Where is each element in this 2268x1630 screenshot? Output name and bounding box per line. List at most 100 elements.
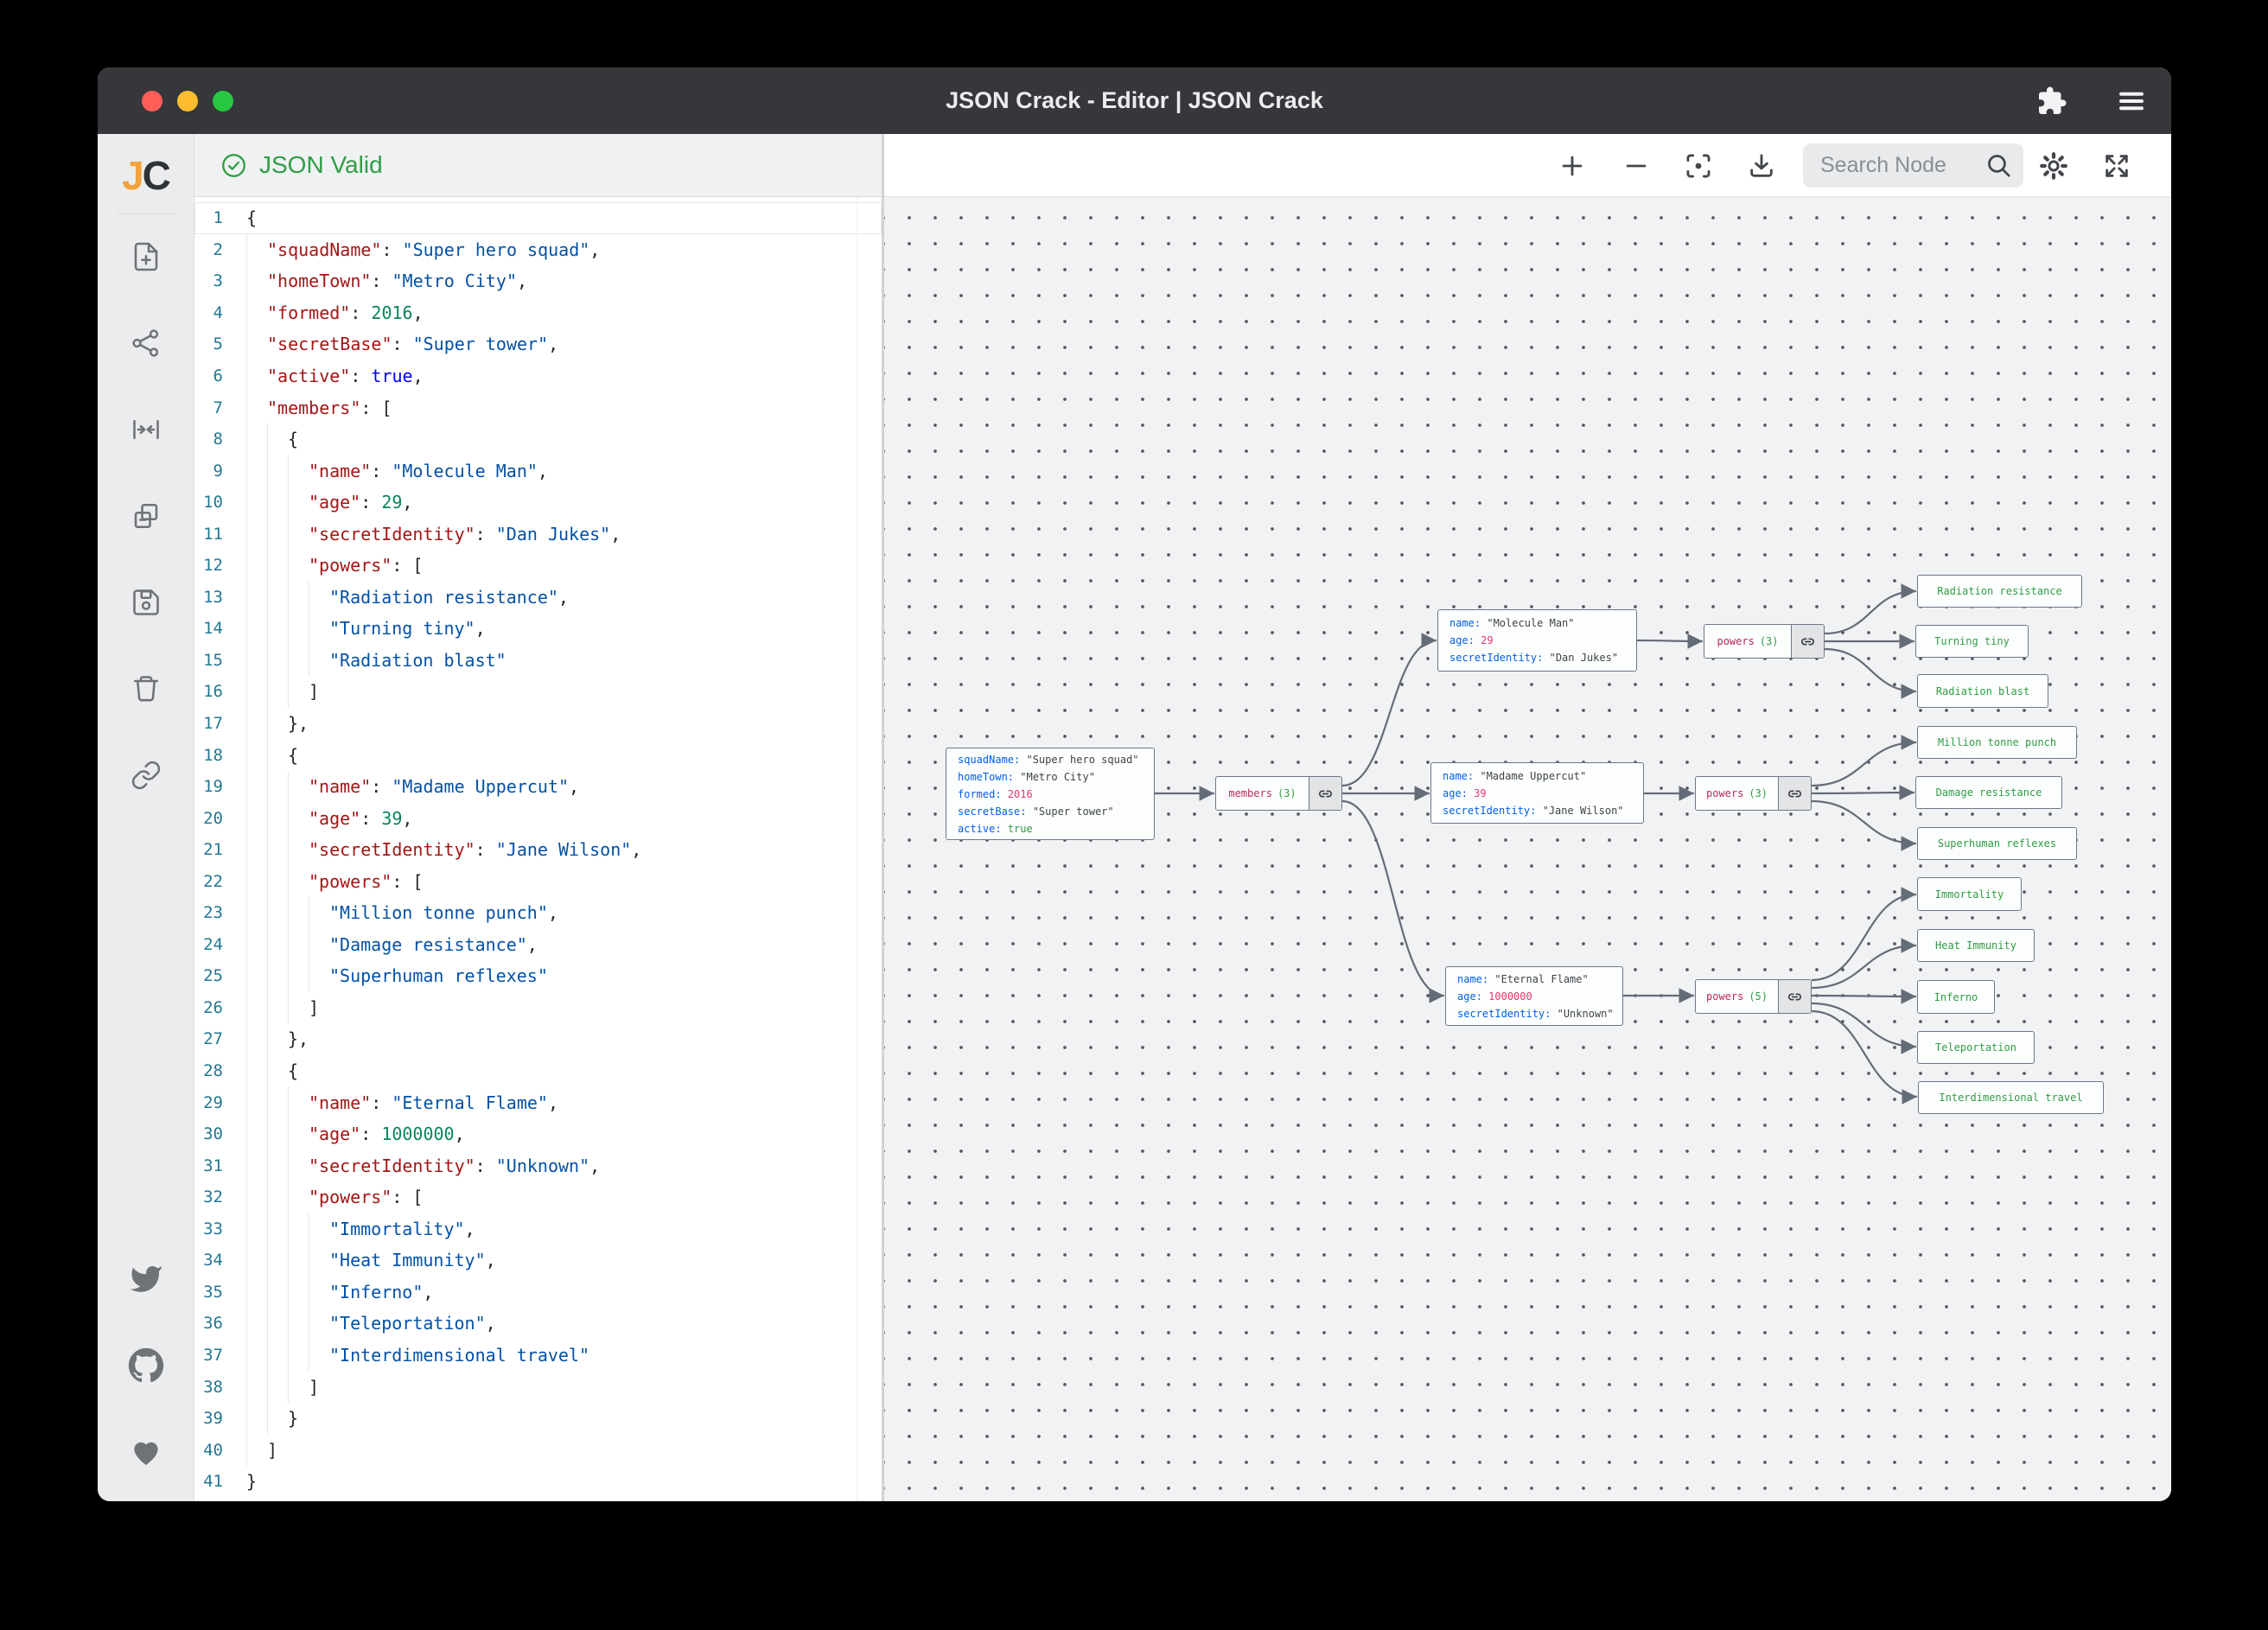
code-line[interactable]: 22"powers": [ xyxy=(194,865,882,897)
code-line[interactable]: 10"age": 29, xyxy=(194,487,882,519)
github-icon[interactable] xyxy=(122,1341,170,1390)
copy-minus-icon[interactable] xyxy=(122,492,170,540)
indent-guide xyxy=(246,265,267,297)
menu-hamburger-icon[interactable] xyxy=(2112,82,2150,120)
graph-leaf-node[interactable]: Million tonne punch xyxy=(1917,726,2077,759)
zoom-window-button[interactable] xyxy=(213,91,233,111)
graph-leaf-node[interactable]: Superhuman reflexes xyxy=(1917,827,2077,860)
indent-guide xyxy=(288,960,309,992)
jsoncrack-logo[interactable]: JC xyxy=(122,153,169,198)
graph-canvas[interactable]: squadName: "Super hero squad"homeTown: "… xyxy=(884,197,2171,1501)
expand-link-icon[interactable] xyxy=(1778,777,1811,810)
search-icon[interactable] xyxy=(1984,151,2013,180)
code-line[interactable]: 21"secretIdentity": "Jane Wilson", xyxy=(194,834,882,866)
indent-guide xyxy=(246,897,267,929)
code-line[interactable]: 13"Radiation resistance", xyxy=(194,582,882,614)
expand-link-icon[interactable] xyxy=(1309,777,1341,810)
code-line[interactable]: 34"Heat Immunity", xyxy=(194,1245,882,1277)
expand-link-icon[interactable] xyxy=(1778,980,1811,1013)
code-line[interactable]: 39} xyxy=(194,1403,882,1435)
graph-parent-node-powers-2[interactable]: powers(3) xyxy=(1695,776,1812,811)
code-line[interactable]: 36"Teleportation", xyxy=(194,1308,882,1340)
code-line[interactable]: 30"age": 1000000, xyxy=(194,1118,882,1150)
indent-guide xyxy=(288,834,309,866)
minimize-window-button[interactable] xyxy=(177,91,198,111)
code-line[interactable]: 33"Immortality", xyxy=(194,1213,882,1245)
json-valid-status: JSON Valid xyxy=(259,151,383,179)
sponsor-heart-icon[interactable] xyxy=(122,1428,170,1476)
graph-parent-node-powers-3[interactable]: powers(5) xyxy=(1695,979,1812,1014)
indent-guide xyxy=(246,960,267,992)
code-line[interactable]: 35"Inferno", xyxy=(194,1277,882,1308)
save-icon[interactable] xyxy=(122,578,170,627)
graph-leaf-node[interactable]: Inferno xyxy=(1917,980,1995,1014)
code-line[interactable]: 8{ xyxy=(194,423,882,455)
graph-leaf-node[interactable]: Interdimensional travel xyxy=(1918,1081,2104,1114)
code-line[interactable]: 23"Million tonne punch", xyxy=(194,897,882,929)
compress-width-icon[interactable] xyxy=(122,405,170,454)
graph-leaf-node[interactable]: Radiation resistance xyxy=(1917,575,2082,608)
code-line[interactable]: 1{ xyxy=(194,202,882,234)
code-line[interactable]: 2"squadName": "Super hero squad", xyxy=(194,234,882,266)
graph-parent-node-members[interactable]: members(3) xyxy=(1215,776,1342,811)
code-line[interactable]: 29"name": "Eternal Flame", xyxy=(194,1086,882,1118)
indent-guide xyxy=(267,455,288,487)
code-line[interactable]: 4"formed": 2016, xyxy=(194,297,882,329)
share-link-icon[interactable] xyxy=(122,751,170,799)
code-line[interactable]: 12"powers": [ xyxy=(194,550,882,582)
graph-parent-node-powers-1[interactable]: powers(3) xyxy=(1704,624,1825,659)
code-line[interactable]: 40] xyxy=(194,1434,882,1466)
code-line[interactable]: 24"Damage resistance", xyxy=(194,929,882,961)
code-line[interactable]: 5"secretBase": "Super tower", xyxy=(194,328,882,360)
graph-leaf-node[interactable]: Turning tiny xyxy=(1915,625,2029,658)
expand-link-icon[interactable] xyxy=(1791,625,1824,658)
share-graph-icon[interactable] xyxy=(122,319,170,367)
delete-trash-icon[interactable] xyxy=(122,665,170,713)
code-line[interactable]: 28{ xyxy=(194,1055,882,1087)
graph-object-node-member-eternal-flame[interactable]: name: "Eternal Flame"age: 1000000secretI… xyxy=(1445,966,1623,1026)
graph-leaf-node[interactable]: Immortality xyxy=(1917,877,2022,911)
code-line[interactable]: 27}, xyxy=(194,1023,882,1055)
indent-guide xyxy=(267,708,288,740)
line-number: 30 xyxy=(194,1124,246,1143)
focus-center-icon[interactable] xyxy=(1679,146,1718,186)
code-line[interactable]: 37"Interdimensional travel" xyxy=(194,1340,882,1372)
twitter-icon[interactable] xyxy=(122,1255,170,1303)
code-line[interactable]: 19"name": "Madame Uppercut", xyxy=(194,771,882,803)
graph-leaf-node[interactable]: Heat Immunity xyxy=(1917,929,2035,962)
new-file-icon[interactable] xyxy=(122,232,170,281)
extensions-puzzle-icon[interactable] xyxy=(2033,82,2071,120)
code-line[interactable]: 20"age": 39, xyxy=(194,802,882,834)
zoom-in-icon[interactable] xyxy=(1552,146,1592,186)
zoom-out-icon[interactable] xyxy=(1616,146,1656,186)
code-line[interactable]: 9"name": "Molecule Man", xyxy=(194,455,882,487)
code-line[interactable]: 3"homeTown": "Metro City", xyxy=(194,265,882,297)
graph-object-node-member-molecule-man[interactable]: name: "Molecule Man"age: 29secretIdentit… xyxy=(1437,609,1637,672)
code-line[interactable]: 7"members": [ xyxy=(194,392,882,423)
graph-leaf-node[interactable]: Radiation blast xyxy=(1917,674,2048,708)
json-code-editor[interactable]: 1{2"squadName": "Super hero squad",3"hom… xyxy=(194,197,882,1501)
code-line[interactable]: 11"secretIdentity": "Dan Jukes", xyxy=(194,518,882,550)
code-line[interactable]: 17}, xyxy=(194,708,882,740)
code-line[interactable]: 26] xyxy=(194,992,882,1024)
code-line[interactable]: 15"Radiation blast" xyxy=(194,645,882,677)
graph-object-node-member-madame-uppercut[interactable]: name: "Madame Uppercut"age: 39secretIden… xyxy=(1430,762,1644,824)
code-line[interactable]: 38] xyxy=(194,1371,882,1403)
graph-leaf-node[interactable]: Damage resistance xyxy=(1915,776,2062,809)
code-line[interactable]: 14"Turning tiny", xyxy=(194,613,882,645)
code-line[interactable]: 6"active": true, xyxy=(194,360,882,392)
settings-gear-icon[interactable] xyxy=(2034,146,2074,186)
indent-guide xyxy=(309,1340,329,1372)
code-line[interactable]: 25"Superhuman reflexes" xyxy=(194,960,882,992)
graph-object-node-root[interactable]: squadName: "Super hero squad"homeTown: "… xyxy=(946,748,1155,840)
code-line[interactable]: 16] xyxy=(194,676,882,708)
graph-leaf-node[interactable]: Teleportation xyxy=(1917,1031,2035,1064)
fullscreen-icon[interactable] xyxy=(2097,146,2137,186)
close-window-button[interactable] xyxy=(142,91,162,111)
code-line[interactable]: 41} xyxy=(194,1466,882,1498)
code-line[interactable]: 18{ xyxy=(194,739,882,771)
code-line[interactable]: 32"powers": [ xyxy=(194,1181,882,1213)
download-image-icon[interactable] xyxy=(1742,146,1781,186)
indent-guide xyxy=(288,518,309,550)
code-line[interactable]: 31"secretIdentity": "Unknown", xyxy=(194,1149,882,1181)
